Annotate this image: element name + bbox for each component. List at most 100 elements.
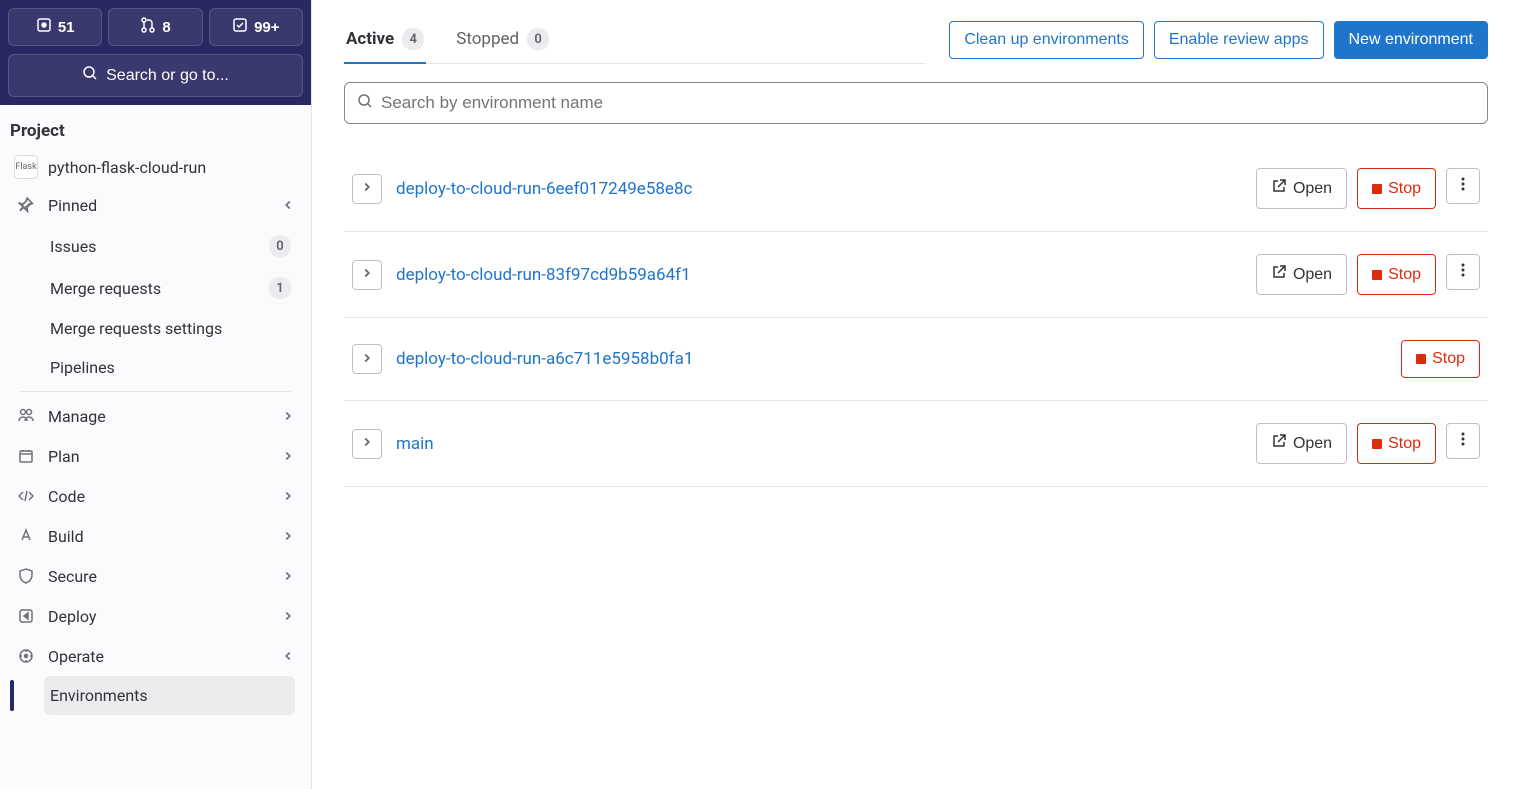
sidebar-item-build[interactable]: Build [10, 516, 301, 556]
stop-icon [1372, 184, 1382, 194]
sidebar-item-plan[interactable]: Plan [10, 436, 301, 476]
nav-label: Build [48, 527, 269, 546]
stop-button[interactable]: Stop [1357, 254, 1436, 295]
stop-label: Stop [1388, 180, 1421, 198]
chevron-right-icon [281, 449, 295, 463]
sidebar-item-pinned[interactable]: Pinned [10, 185, 301, 225]
more-actions-button[interactable] [1446, 423, 1480, 459]
project-name: python-flask-cloud-run [48, 158, 206, 177]
count-badge: 0 [269, 235, 291, 257]
merge-requests-counter-button[interactable]: 8 [108, 8, 202, 46]
external-link-icon [1271, 433, 1287, 454]
environment-row: main Open Stop [344, 401, 1488, 487]
nav-label: Operate [48, 647, 269, 666]
open-label: Open [1293, 180, 1332, 198]
search-button-label: Search or go to... [106, 67, 229, 85]
sidebar-item-deploy[interactable]: Deploy [10, 596, 301, 636]
subnav-label: Merge requests settings [50, 319, 222, 338]
stop-button[interactable]: Stop [1401, 340, 1480, 378]
chevron-right-icon [281, 609, 295, 623]
row-actions: Open Stop [1256, 423, 1480, 464]
divider [20, 391, 291, 392]
chevron-down-icon [281, 649, 295, 663]
environment-search-input[interactable] [381, 93, 1475, 113]
sidebar-item-issues[interactable]: Issues 0 [50, 225, 301, 267]
project-avatar: Flask [14, 155, 38, 179]
operate-subnav: Environments [10, 676, 301, 715]
tab-label: Stopped [456, 29, 519, 49]
cleanup-environments-button[interactable]: Clean up environments [949, 21, 1144, 59]
merge-request-icon [140, 17, 156, 37]
more-actions-button[interactable] [1446, 254, 1480, 290]
environment-row: deploy-to-cloud-run-a6c711e5958b0fa1 Stop [344, 318, 1488, 401]
pinned-subnav: Issues 0 Merge requests 1 Merge requests… [10, 225, 301, 387]
code-icon [16, 486, 36, 506]
external-link-icon [1271, 178, 1287, 199]
chevron-right-icon [281, 569, 295, 583]
deploy-icon [16, 606, 36, 626]
open-label: Open [1293, 266, 1332, 284]
sidebar-item-environments[interactable]: Environments [44, 676, 295, 715]
todos-count: 99+ [254, 19, 279, 36]
sidebar-item-secure[interactable]: Secure [10, 556, 301, 596]
chevron-right-icon [360, 266, 374, 283]
chevron-right-icon [281, 489, 295, 503]
topbar: Active 4 Stopped 0 Clean up environments… [344, 16, 1488, 64]
search-wrap[interactable] [344, 82, 1488, 124]
search-or-goto-button[interactable]: Search or go to... [8, 54, 303, 97]
row-actions: Open Stop [1256, 254, 1480, 295]
count-badge: 1 [269, 277, 291, 299]
more-actions-button[interactable] [1446, 168, 1480, 204]
pinned-label: Pinned [48, 196, 269, 215]
row-actions: Stop [1401, 340, 1480, 378]
environment-name-link[interactable]: deploy-to-cloud-run-a6c711e5958b0fa1 [396, 349, 1387, 369]
new-environment-button[interactable]: New environment [1334, 21, 1489, 59]
project-row[interactable]: Flask python-flask-cloud-run [10, 149, 301, 185]
expand-toggle[interactable] [352, 429, 382, 459]
build-icon [16, 526, 36, 546]
open-button[interactable]: Open [1256, 254, 1347, 295]
sidebar-top: 51 8 99+ Search or go to... [0, 0, 311, 105]
sidebar-section-title: Project [10, 117, 301, 149]
expand-toggle[interactable] [352, 174, 382, 204]
issues-counter-button[interactable]: 51 [8, 8, 102, 46]
enable-review-apps-button[interactable]: Enable review apps [1154, 21, 1324, 59]
shield-icon [16, 566, 36, 586]
todo-icon [232, 17, 248, 37]
chevron-right-icon [281, 529, 295, 543]
environment-name-link[interactable]: deploy-to-cloud-run-6eef017249e58e8c [396, 179, 1242, 199]
expand-toggle[interactable] [352, 260, 382, 290]
nav-label: Code [48, 487, 269, 506]
tab-stopped[interactable]: Stopped 0 [454, 16, 551, 64]
nav-label: Deploy [48, 607, 269, 626]
chevron-right-icon [360, 351, 374, 368]
environment-row: deploy-to-cloud-run-6eef017249e58e8c Open… [344, 146, 1488, 232]
open-button[interactable]: Open [1256, 168, 1347, 209]
sidebar-item-merge-requests[interactable]: Merge requests 1 [50, 267, 301, 309]
sidebar: 51 8 99+ Search or go to... Project [0, 0, 312, 789]
todos-counter-button[interactable]: 99+ [209, 8, 303, 46]
environment-name-link[interactable]: main [396, 434, 1242, 454]
issues-icon [36, 17, 52, 37]
expand-toggle[interactable] [352, 344, 382, 374]
sidebar-item-manage[interactable]: Manage [10, 396, 301, 436]
sidebar-item-pipelines[interactable]: Pipelines [50, 348, 301, 387]
plan-icon [16, 446, 36, 466]
stop-button[interactable]: Stop [1357, 168, 1436, 209]
environment-name-link[interactable]: deploy-to-cloud-run-83f97cd9b59a64f1 [396, 265, 1242, 285]
open-label: Open [1293, 435, 1332, 453]
chevron-right-icon [360, 180, 374, 197]
sidebar-item-operate[interactable]: Operate [10, 636, 301, 676]
tab-active[interactable]: Active 4 [344, 16, 426, 64]
kebab-icon [1455, 262, 1471, 283]
sidebar-item-code[interactable]: Code [10, 476, 301, 516]
tab-label: Active [346, 29, 394, 49]
open-button[interactable]: Open [1256, 423, 1347, 464]
chevron-right-icon [281, 409, 295, 423]
pin-icon [16, 195, 36, 215]
operate-icon [16, 646, 36, 666]
stop-icon [1372, 439, 1382, 449]
sidebar-item-merge-requests-settings[interactable]: Merge requests settings [50, 309, 301, 348]
chevron-down-icon [281, 198, 295, 212]
stop-button[interactable]: Stop [1357, 423, 1436, 464]
